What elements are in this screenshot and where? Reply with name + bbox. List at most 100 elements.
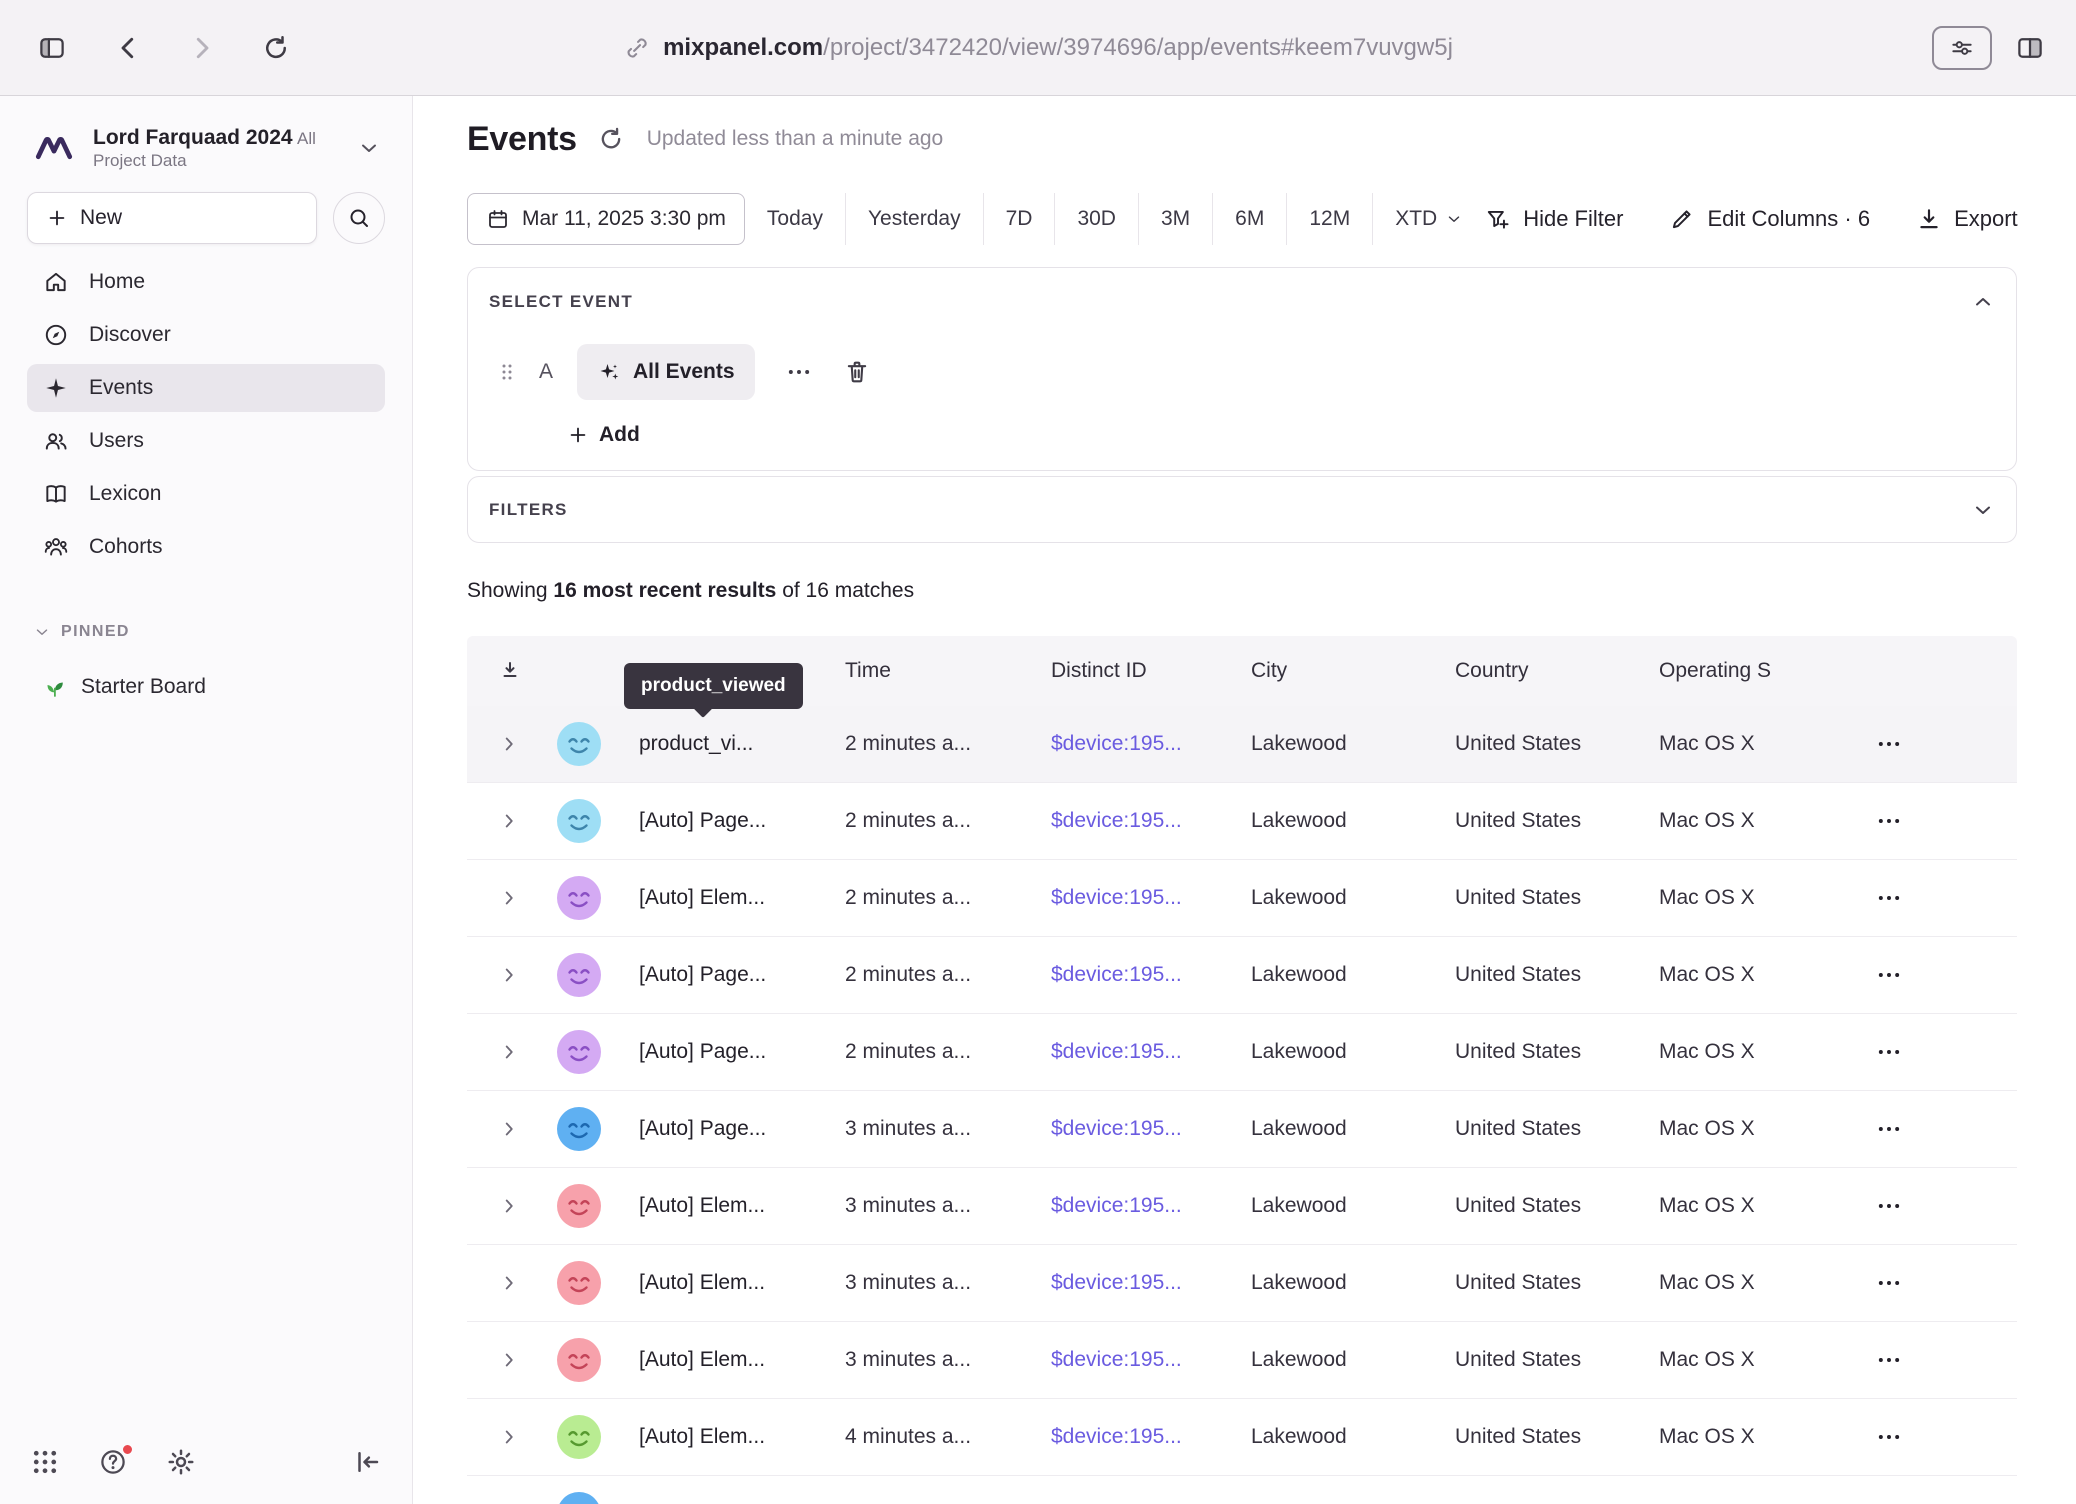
sidebar-item-events[interactable]: Events	[27, 364, 385, 412]
event-selector-button[interactable]: All Events	[577, 344, 755, 400]
row-expand-chevron-icon[interactable]	[498, 1349, 520, 1371]
row-menu-icon[interactable]	[1875, 807, 1903, 835]
site-settings-icon[interactable]	[1932, 26, 1992, 70]
column-header-distinct-id[interactable]: Distinct ID	[1049, 659, 1249, 683]
table-row[interactable]	[467, 1476, 2017, 1504]
distinct-id-link[interactable]: $device:195...	[1049, 1040, 1249, 1064]
export-label: Export	[1954, 206, 2018, 232]
table-row[interactable]: product_vi... 2 minutes a... $device:195…	[467, 706, 2017, 783]
row-expand-chevron-icon[interactable]	[498, 1118, 520, 1140]
export-button[interactable]: Export	[1916, 206, 2018, 232]
range-6m[interactable]: 6M	[1212, 193, 1286, 245]
table-row[interactable]: [Auto] Page... 2 minutes a... $device:19…	[467, 937, 2017, 1014]
table-row[interactable]: [Auto] Elem... 2 minutes a... $device:19…	[467, 860, 2017, 937]
os-cell: Mac OS X	[1657, 886, 1857, 910]
column-header-os[interactable]: Operating S	[1657, 659, 1857, 683]
project-switcher[interactable]: Lord Farquaad 2024 All Project Data	[27, 120, 385, 176]
back-icon[interactable]	[106, 26, 150, 70]
row-expand-chevron-icon[interactable]	[498, 1272, 520, 1294]
range-xtd[interactable]: XTD	[1372, 193, 1485, 245]
row-expand-chevron-icon[interactable]	[498, 810, 520, 832]
filters-panel[interactable]: FILTERS	[467, 476, 2017, 543]
gear-icon[interactable]	[166, 1447, 196, 1477]
sidebar-item-discover[interactable]: Discover	[27, 311, 385, 359]
distinct-id-link[interactable]: $device:195...	[1049, 809, 1249, 833]
table-row[interactable]: [Auto] Page... 2 minutes a... $device:19…	[467, 783, 2017, 860]
column-header-country[interactable]: Country	[1453, 659, 1657, 683]
browser-sidebar-toggle-icon[interactable]	[30, 26, 74, 70]
distinct-id-link[interactable]: $device:195...	[1049, 1194, 1249, 1218]
table-row[interactable]: [Auto] Page... 2 minutes a... $device:19…	[467, 1014, 2017, 1091]
range-30d[interactable]: 30D	[1054, 193, 1138, 245]
distinct-id-link[interactable]: $device:195...	[1049, 886, 1249, 910]
add-event-button[interactable]: Add	[567, 423, 640, 447]
collapse-all-rows-icon[interactable]	[498, 659, 522, 683]
sidebar-item-users[interactable]: Users	[27, 417, 385, 465]
table-row[interactable]: [Auto] Page... 3 minutes a... $device:19…	[467, 1091, 2017, 1168]
distinct-id-link[interactable]: $device:195...	[1049, 1271, 1249, 1295]
mixpanel-logo	[31, 125, 77, 171]
row-menu-icon[interactable]	[1875, 1269, 1903, 1297]
row-menu-icon[interactable]	[1875, 961, 1903, 989]
tooltip-text: product_viewed	[641, 675, 786, 697]
row-menu-icon[interactable]	[1875, 730, 1903, 758]
search-button[interactable]	[333, 192, 385, 244]
distinct-id-link[interactable]: $device:195...	[1049, 732, 1249, 756]
address-bar[interactable]: mixpanel.com/project/3472420/view/397469…	[623, 34, 1453, 62]
row-expand-chevron-icon[interactable]	[498, 1195, 520, 1217]
column-header-city[interactable]: City	[1249, 659, 1453, 683]
sidebar-item-lexicon[interactable]: Lexicon	[27, 470, 385, 518]
date-picker-button[interactable]: Mar 11, 2025 3:30 pm	[467, 193, 745, 245]
url-domain: mixpanel.com	[663, 34, 823, 61]
split-view-icon[interactable]	[2008, 26, 2052, 70]
sidebar-item-cohorts[interactable]: Cohorts	[27, 523, 385, 571]
event-name-cell: [Auto] Page...	[611, 963, 843, 987]
trash-icon[interactable]	[843, 358, 871, 386]
table-row[interactable]: [Auto] Elem... 4 minutes a... $device:19…	[467, 1399, 2017, 1476]
distinct-id-link[interactable]: $device:195...	[1049, 963, 1249, 987]
distinct-id-link[interactable]: $device:195...	[1049, 1117, 1249, 1141]
row-menu-icon[interactable]	[1875, 1192, 1903, 1220]
distinct-id-link[interactable]: $device:195...	[1049, 1348, 1249, 1372]
row-menu-icon[interactable]	[1875, 1423, 1903, 1451]
range-group: TodayYesterday7D30D3M6M12M XTD	[745, 193, 1485, 245]
chevron-down-icon[interactable]	[1971, 498, 1995, 522]
chevron-up-icon[interactable]	[1971, 290, 1995, 314]
edit-columns-button[interactable]: Edit Columns · 6	[1669, 206, 1870, 232]
table-row[interactable]: [Auto] Elem... 3 minutes a... $device:19…	[467, 1245, 2017, 1322]
collapse-sidebar-icon[interactable]	[352, 1447, 382, 1477]
refresh-icon[interactable]	[597, 125, 625, 153]
forward-icon[interactable]	[180, 26, 224, 70]
row-expand-chevron-icon[interactable]	[498, 733, 520, 755]
row-expand-chevron-icon[interactable]	[498, 887, 520, 909]
pinned-section-toggle[interactable]: PINNED	[27, 623, 385, 641]
table-row[interactable]: [Auto] Elem... 3 minutes a... $device:19…	[467, 1322, 2017, 1399]
help-icon[interactable]	[98, 1447, 128, 1477]
row-menu-icon[interactable]	[1875, 1500, 1903, 1504]
row-menu-icon[interactable]	[1875, 1115, 1903, 1143]
hide-filter-button[interactable]: Hide Filter	[1485, 206, 1623, 232]
sidebar-item-home[interactable]: Home	[27, 258, 385, 306]
sidebar-item-starter-board[interactable]: Starter Board	[27, 675, 385, 699]
event-options-icon[interactable]	[785, 358, 813, 386]
row-menu-icon[interactable]	[1875, 1346, 1903, 1374]
range-3m[interactable]: 3M	[1138, 193, 1212, 245]
distinct-id-link[interactable]: $device:195...	[1049, 1425, 1249, 1449]
range-today[interactable]: Today	[745, 193, 845, 245]
column-header-time[interactable]: Time	[843, 659, 1049, 683]
range-12m[interactable]: 12M	[1286, 193, 1372, 245]
city-cell: Lakewood	[1249, 1194, 1453, 1218]
apps-grid-icon[interactable]	[30, 1447, 60, 1477]
row-menu-icon[interactable]	[1875, 884, 1903, 912]
sidebar-item-label: Cohorts	[89, 535, 163, 559]
new-button[interactable]: New	[27, 192, 317, 244]
row-menu-icon[interactable]	[1875, 1038, 1903, 1066]
table-row[interactable]: [Auto] Elem... 3 minutes a... $device:19…	[467, 1168, 2017, 1245]
row-expand-chevron-icon[interactable]	[498, 1041, 520, 1063]
row-expand-chevron-icon[interactable]	[498, 964, 520, 986]
range-7d[interactable]: 7D	[983, 193, 1055, 245]
reload-icon[interactable]	[254, 26, 298, 70]
range-yesterday[interactable]: Yesterday	[845, 193, 983, 245]
row-expand-chevron-icon[interactable]	[498, 1426, 520, 1448]
drag-handle-icon[interactable]	[495, 360, 519, 384]
